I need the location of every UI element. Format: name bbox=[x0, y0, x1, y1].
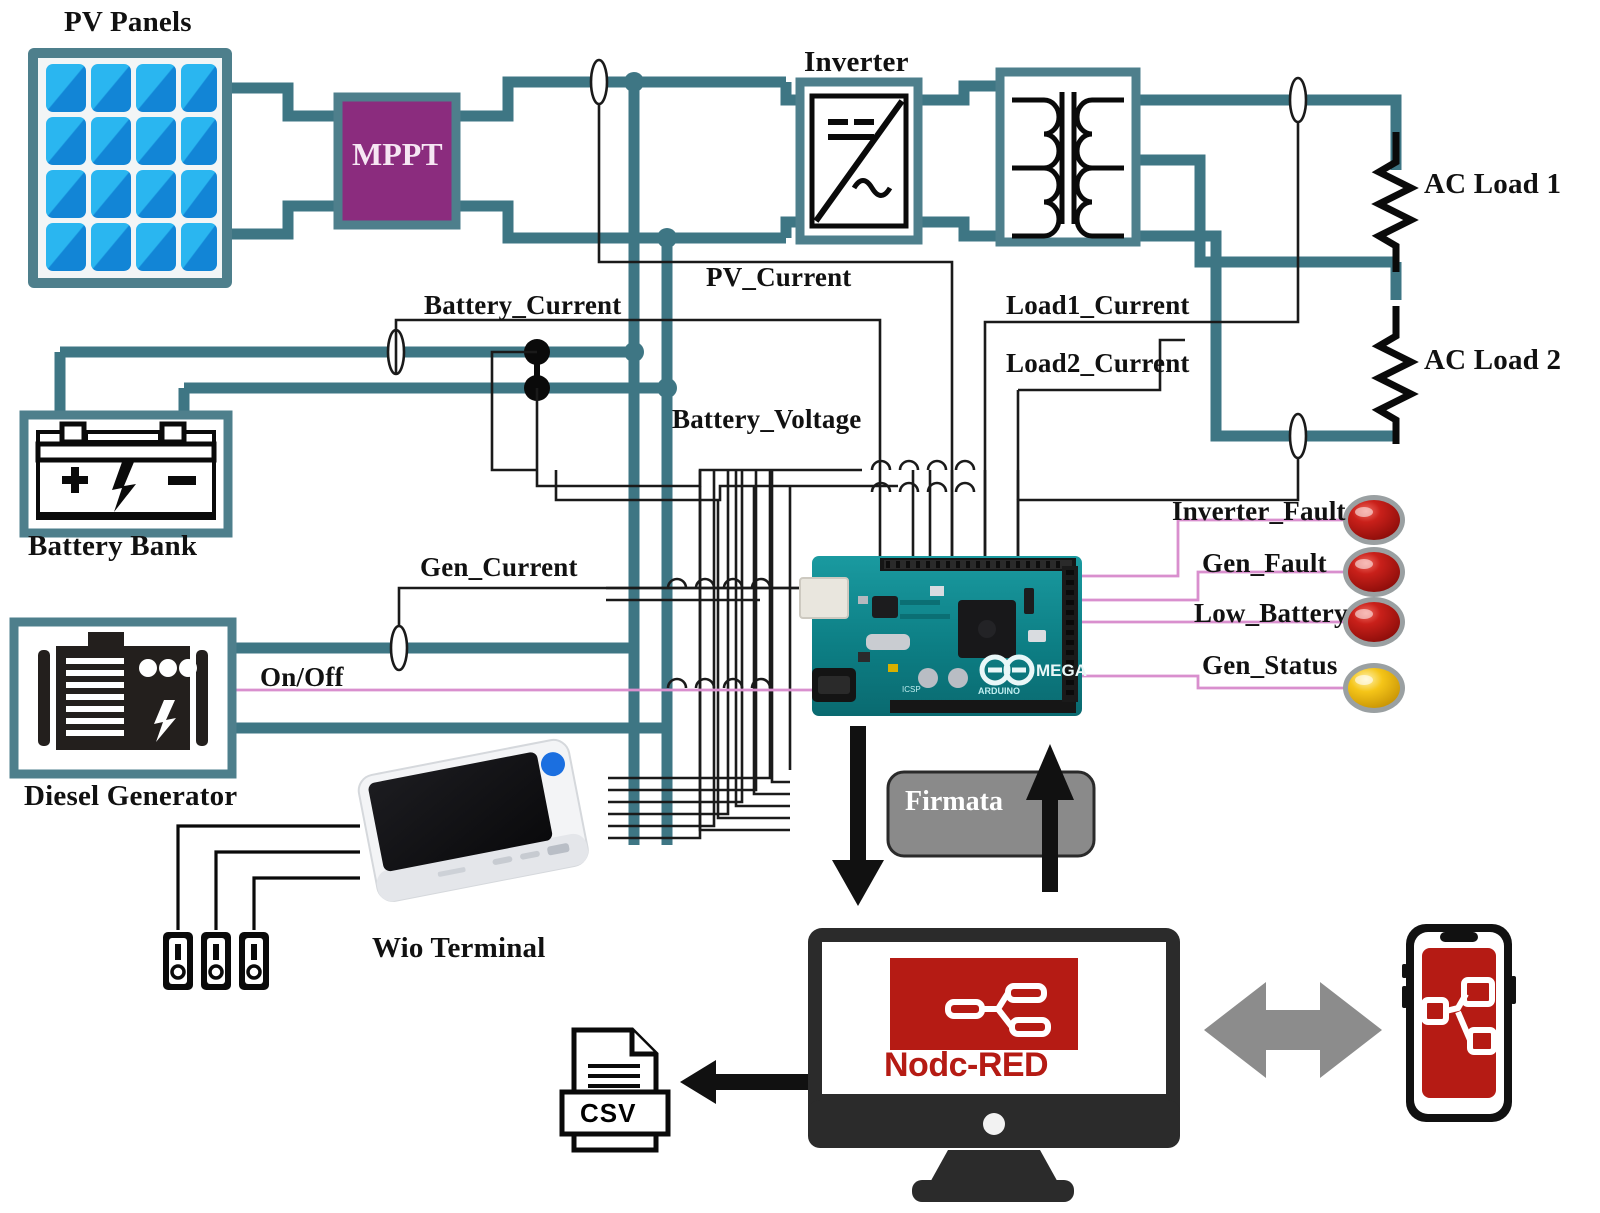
pv-panels-label: PV Panels bbox=[64, 6, 192, 38]
csv-file-icon bbox=[559, 1027, 671, 1153]
signal-label-gen-current: Gen_Current bbox=[420, 552, 578, 582]
led-label-gen-fault: Gen_Fault bbox=[1202, 548, 1327, 578]
signal-label-load1-current: Load1_Current bbox=[1006, 290, 1190, 320]
node-red-logo-text: Nodc-RED bbox=[884, 1046, 1049, 1084]
dc-ac-inverter-icon bbox=[795, 77, 923, 245]
diesel-generator-label: Diesel Generator bbox=[24, 780, 238, 812]
wio-terminal-device bbox=[357, 738, 589, 902]
wio-switch-wires bbox=[176, 824, 360, 930]
arduino-top-pin-wires bbox=[878, 470, 1020, 556]
diagram-svg: MEGA ARDUINO ICSP bbox=[9, 48, 1516, 1202]
ac-load-2-resistor bbox=[1371, 306, 1419, 444]
toggle-switches[interactable] bbox=[163, 932, 269, 990]
ac-load-2-label: AC Load 2 bbox=[1424, 344, 1562, 376]
led-label-low-battery: Low_Battery bbox=[1194, 598, 1348, 628]
arrow-arduino-to-monitor bbox=[832, 726, 884, 906]
mppt-label: MPPT bbox=[352, 136, 443, 172]
smartphone-node-red-icon bbox=[1402, 924, 1516, 1122]
ac-load-1-label: AC Load 1 bbox=[1424, 168, 1562, 200]
bidirectional-sync-arrow bbox=[1204, 982, 1382, 1078]
csv-label: CSV bbox=[580, 1098, 637, 1128]
ac-load-1-resistor bbox=[1371, 132, 1419, 272]
signal-label-battery-current: Battery_Current bbox=[424, 290, 622, 320]
transformer-icon bbox=[995, 67, 1141, 247]
arrow-monitor-to-csv bbox=[680, 1060, 808, 1104]
diesel-generator-icon bbox=[9, 617, 237, 779]
signal-label-pv-current: PV_Current bbox=[706, 262, 852, 292]
indicator-leds bbox=[1343, 495, 1405, 713]
led-label-gen-status: Gen_Status bbox=[1202, 650, 1338, 680]
low-battery-led bbox=[1343, 597, 1405, 647]
diagram-canvas: MEGA ARDUINO ICSP PV Panels MPPT Inverte… bbox=[0, 0, 1600, 1213]
gen-fault-led bbox=[1343, 547, 1405, 597]
signal-label-battery-voltage: Battery_Voltage bbox=[672, 404, 862, 434]
led-label-inverter-fault: Inverter_Fault bbox=[1172, 496, 1346, 526]
gen-status-led bbox=[1343, 663, 1405, 713]
inverter-fault-led bbox=[1343, 495, 1405, 545]
svg-text:ARDUINO: ARDUINO bbox=[978, 686, 1020, 696]
battery-bank-label: Battery Bank bbox=[28, 530, 198, 562]
arduino-mega-board[interactable]: MEGA ARDUINO ICSP bbox=[799, 556, 1087, 716]
signal-label-load2-current: Load2_Current bbox=[1006, 348, 1190, 378]
solar-panel-icon bbox=[28, 48, 232, 288]
firmata-label: Firmata bbox=[905, 786, 1003, 817]
svg-text:ICSP: ICSP bbox=[902, 685, 921, 694]
inverter-label: Inverter bbox=[804, 46, 909, 78]
signal-label-on-off: On/Off bbox=[260, 662, 344, 692]
car-battery-icon bbox=[19, 410, 233, 538]
wio-terminal-label: Wio Terminal bbox=[372, 932, 546, 964]
svg-text:MEGA: MEGA bbox=[1036, 661, 1087, 680]
